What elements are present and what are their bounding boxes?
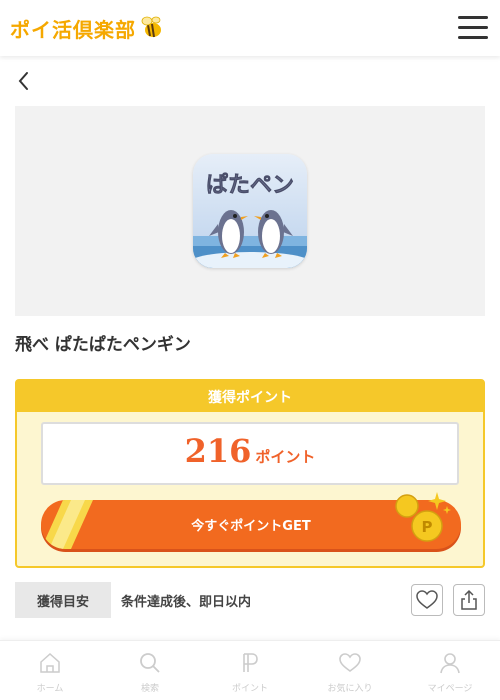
nav-item-point[interactable]: ポイント [200, 641, 300, 700]
nav-label-point: ポイント [231, 684, 268, 694]
app-title: 飛べ ぱたぱたペンギン [15, 335, 191, 355]
nav-item-home[interactable]: ホーム [0, 641, 100, 700]
share-icon [461, 589, 477, 610]
nav-item-mypage[interactable]: マイページ [400, 641, 500, 700]
nav-item-search[interactable]: 検索 [100, 641, 200, 700]
nav-item-favorites[interactable]: お気に入り [300, 641, 400, 700]
points-panel: 獲得ポイント 216 ポイント 今すぐポイントGET P [15, 379, 485, 568]
points-value-box: 216 ポイント [41, 422, 459, 485]
points-unit: ポイント [255, 448, 316, 466]
heart-icon [339, 653, 361, 672]
home-icon [40, 652, 60, 673]
criteria-label: 獲得目安 [15, 582, 111, 618]
points-value: 216 [184, 432, 252, 470]
heart-icon [416, 590, 438, 609]
site-header: ポイ活倶楽部 [0, 0, 500, 56]
points-header: 獲得ポイント [17, 381, 483, 412]
nav-label-mypage: マイページ [427, 684, 473, 694]
search-icon [140, 653, 160, 673]
share-button[interactable] [453, 584, 485, 616]
chevron-left-icon [18, 72, 28, 90]
logo-text: ポイ活倶楽部 [10, 17, 136, 42]
app-hero: ぱたペン [15, 106, 485, 316]
bottom-nav: ホーム 検索 ポイント お気に入り マイページ [0, 640, 500, 700]
bee-icon [141, 16, 161, 38]
hamburger-menu-icon[interactable] [456, 14, 490, 42]
back-button[interactable] [12, 68, 36, 94]
favorite-button[interactable] [411, 584, 443, 616]
coins-icon: P [395, 492, 451, 542]
points-header-label: 獲得ポイント [208, 389, 292, 406]
nav-label-favorites: お気に入り [327, 684, 373, 694]
user-icon [440, 653, 460, 674]
app-icon: ぱたペン [193, 154, 307, 268]
site-logo[interactable]: ポイ活倶楽部 [10, 15, 164, 42]
point-icon [243, 653, 258, 672]
app-icon-text: ぱたペン [206, 172, 294, 198]
criteria-text: 条件達成後、即日以内 [121, 595, 252, 610]
nav-label-home: ホーム [36, 684, 64, 694]
svg-text:P: P [422, 518, 433, 536]
nav-label-search: 検索 [140, 684, 159, 694]
